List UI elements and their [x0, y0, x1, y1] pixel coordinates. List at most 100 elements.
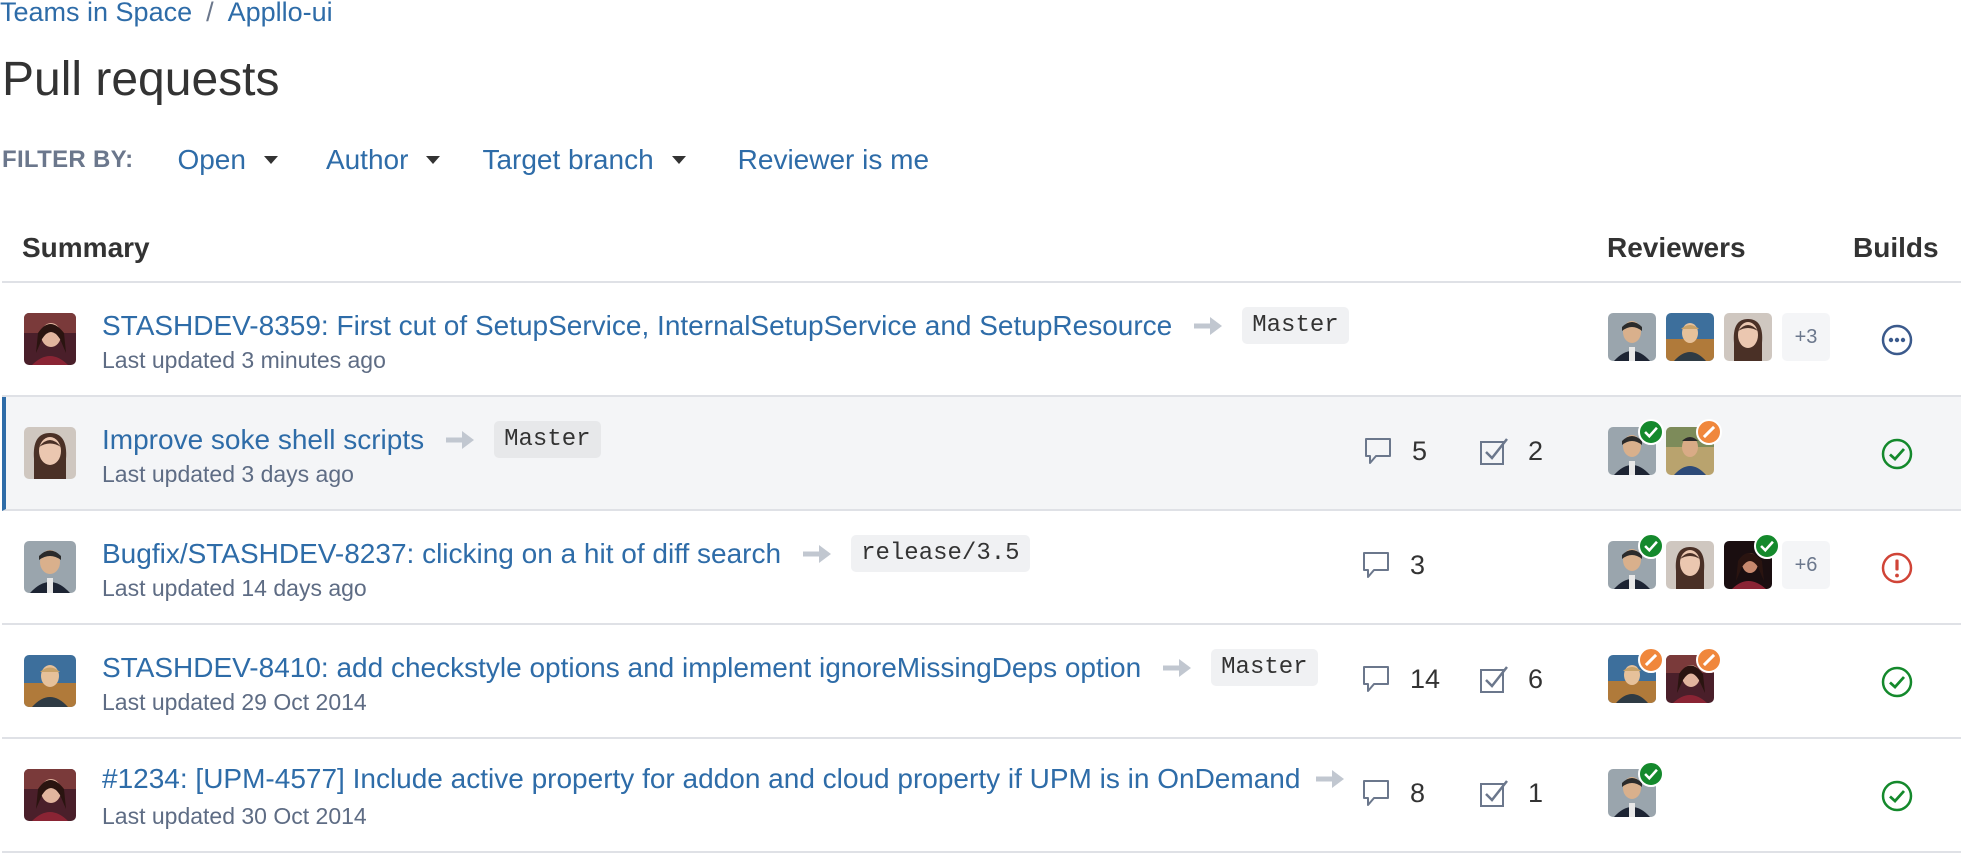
comment-count[interactable]: 3	[1360, 549, 1425, 581]
page-title: Pull requests	[2, 53, 280, 106]
breadcrumb-repo-link[interactable]: Appllo-ui	[228, 0, 333, 27]
reviewer-list	[1608, 647, 1724, 703]
arrow-right-icon	[1316, 770, 1345, 788]
reviewer-avatar[interactable]	[1666, 647, 1722, 703]
arrow-right-icon	[1163, 658, 1192, 677]
filter-open-label: Open	[177, 144, 246, 175]
comment-icon	[1363, 780, 1389, 806]
reviewer-avatar[interactable]	[1666, 313, 1714, 361]
filter-target-branch-dropdown[interactable]: Target branch	[482, 144, 686, 176]
target-branch-lozenge: Master	[494, 421, 601, 458]
reviewer-avatar[interactable]	[1608, 419, 1664, 475]
comment-icon	[1365, 438, 1391, 464]
filter-open-dropdown[interactable]: Open	[177, 144, 278, 176]
pr-last-updated: Last updated 29 Oct 2014	[102, 689, 367, 715]
approved-check-icon	[1638, 533, 1664, 559]
author-avatar[interactable]	[24, 541, 76, 593]
caret-down-icon	[671, 156, 686, 164]
task-count-value: 2	[1528, 435, 1544, 466]
reviewer-avatar[interactable]	[1608, 533, 1664, 589]
filter-reviewer-is-me-label: Reviewer is me	[737, 144, 930, 175]
breadcrumb: Teams in Space / Appllo-ui	[0, 0, 333, 28]
reviewer-list: +6	[1608, 533, 1830, 589]
more-reviewers-badge[interactable]: +6	[1782, 541, 1830, 589]
task-count[interactable]: 1	[1478, 777, 1543, 809]
filter-reviewer-is-me[interactable]: Reviewer is me	[738, 144, 929, 176]
comment-count-value: 14	[1410, 663, 1441, 694]
caret-down-icon	[426, 156, 441, 164]
pr-title-link[interactable]: Bugfix/STASHDEV-8237: clicking on a hit …	[102, 538, 781, 570]
reviewer-avatar[interactable]	[1724, 533, 1780, 589]
comment-count[interactable]: 8	[1360, 777, 1425, 809]
table-row[interactable]: STASHDEV-8410: add checkstyle options an…	[2, 625, 1961, 739]
needs-work-icon	[1696, 647, 1722, 673]
pr-last-updated: Last updated 14 days ago	[102, 575, 367, 601]
reviewer-list	[1608, 419, 1724, 475]
reviewer-avatar[interactable]	[1608, 647, 1664, 703]
filter-author-label: Author	[325, 144, 409, 175]
needs-work-icon	[1638, 647, 1664, 673]
table-row[interactable]: Bugfix/STASHDEV-8237: clicking on a hit …	[2, 511, 1961, 625]
breadcrumb-separator: /	[206, 0, 214, 27]
author-avatar[interactable]	[24, 769, 76, 821]
task-count-value: 1	[1528, 777, 1544, 808]
build-success-icon[interactable]	[1880, 665, 1914, 699]
filter-target-branch-label: Target branch	[482, 144, 654, 175]
pr-title-link[interactable]: STASHDEV-8410: add checkstyle options an…	[102, 652, 1141, 684]
filter-bar: FILTER BY: Open Author Target branch Rev…	[2, 140, 929, 180]
reviewer-avatar[interactable]	[1724, 313, 1772, 361]
reviewer-avatar[interactable]	[1608, 761, 1664, 817]
approved-check-icon	[1638, 419, 1664, 445]
pr-title-line: Bugfix/STASHDEV-8237: clicking on a hit …	[102, 535, 1030, 572]
author-avatar[interactable]	[24, 427, 76, 479]
build-failed-icon[interactable]	[1880, 551, 1914, 585]
comment-count-value: 8	[1410, 777, 1426, 808]
reviewer-avatar[interactable]	[1666, 419, 1722, 475]
target-branch-lozenge: Master	[1242, 307, 1349, 344]
task-count[interactable]: 2	[1478, 435, 1543, 467]
pr-last-updated: Last updated 3 days ago	[102, 461, 354, 487]
comment-count[interactable]: 14	[1360, 663, 1440, 695]
column-builds-header: Builds	[1853, 232, 1939, 263]
author-avatar[interactable]	[24, 313, 76, 365]
pr-title-line: Improve soke shell scripts Master	[102, 421, 601, 458]
pr-title-link[interactable]: #1234: [UPM-4577] Include active propert…	[102, 763, 1300, 795]
pr-title-link[interactable]: Improve soke shell scripts	[102, 424, 424, 456]
task-checkbox-icon	[1480, 666, 1508, 693]
reviewer-avatar[interactable]	[1666, 541, 1714, 589]
table-row[interactable]: STASHDEV-8359: First cut of SetupService…	[2, 283, 1961, 397]
table-header: Summary Reviewers Builds	[2, 220, 1961, 283]
task-checkbox-icon	[1480, 438, 1508, 465]
arrow-right-icon	[446, 430, 475, 449]
author-avatar[interactable]	[24, 655, 76, 707]
build-in-progress-icon[interactable]	[1880, 323, 1914, 357]
arrow-right-icon	[1194, 316, 1223, 335]
pr-title-line: #1234: [UPM-4577] Include active propert…	[102, 763, 1364, 795]
caret-down-icon	[263, 156, 278, 164]
more-reviewers-badge[interactable]: +3	[1782, 313, 1830, 361]
column-reviewers-header: Reviewers	[1607, 232, 1746, 263]
pr-title-line: STASHDEV-8359: First cut of SetupService…	[102, 307, 1349, 344]
column-summary-header: Summary	[22, 232, 150, 263]
target-branch-lozenge: Master	[1211, 649, 1318, 686]
build-success-icon[interactable]	[1880, 437, 1914, 471]
pr-last-updated: Last updated 30 Oct 2014	[102, 803, 367, 829]
filter-label: FILTER BY:	[2, 146, 134, 173]
filter-author-dropdown[interactable]: Author	[326, 144, 441, 176]
pr-title-link[interactable]: STASHDEV-8359: First cut of SetupService…	[102, 310, 1172, 342]
reviewer-avatar[interactable]	[1608, 313, 1656, 361]
comment-count-value: 5	[1412, 435, 1428, 466]
table-row[interactable]: #1234: [UPM-4577] Include active propert…	[2, 739, 1961, 853]
task-count-value: 6	[1528, 663, 1544, 694]
pull-request-table: Summary Reviewers Builds STASHDEV-8359: …	[2, 220, 1961, 853]
comment-count[interactable]: 5	[1362, 435, 1427, 467]
build-success-icon[interactable]	[1880, 779, 1914, 813]
table-row[interactable]: Improve soke shell scripts Master Last u…	[2, 397, 1961, 511]
breadcrumb-project-link[interactable]: Teams in Space	[0, 0, 192, 27]
reviewer-list	[1608, 761, 1666, 817]
task-checkbox-icon	[1480, 780, 1508, 807]
task-count[interactable]: 6	[1478, 663, 1543, 695]
needs-work-icon	[1696, 419, 1722, 445]
approved-check-icon	[1638, 761, 1664, 787]
pr-last-updated: Last updated 3 minutes ago	[102, 347, 386, 373]
